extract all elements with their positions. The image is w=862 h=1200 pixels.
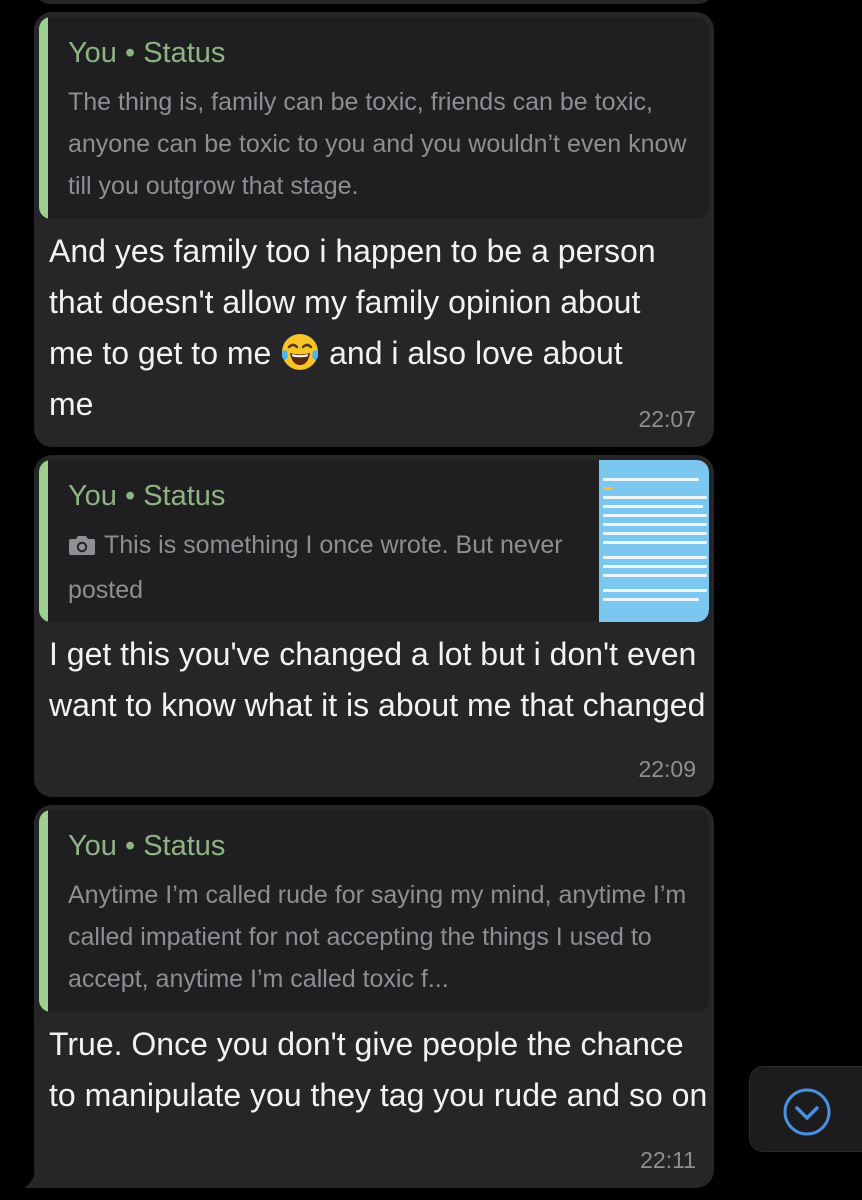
status-reply-quote[interactable]: You • Status This is something I once wr… [39, 460, 709, 622]
chevron-down-circle-icon [783, 1088, 831, 1136]
chat-screen: You • Status The thing is, family can be… [0, 0, 862, 1200]
face-with-tears-of-joy-icon [280, 332, 320, 372]
message-text: I get this you've changed a lot but i do… [49, 636, 706, 723]
quote-text: Anytime I’m called rude for saying my mi… [68, 881, 687, 993]
bubble-tail [24, 1160, 50, 1188]
message-timestamp: 22:11 [640, 1147, 696, 1173]
previous-message-bubble[interactable] [34, 0, 714, 4]
status-reply-quote[interactable]: You • Status The thing is, family can be… [39, 17, 709, 219]
quote-accent-bar [39, 810, 48, 1012]
quote-text: This is something I once wrote. But neve… [68, 524, 568, 611]
quote-sender: You • Status [68, 480, 226, 512]
status-reply-quote[interactable]: You • Status Anytime I’m called rude for… [39, 810, 709, 1012]
message-text: True. Once you don't give people the cha… [49, 1026, 708, 1113]
message-timestamp: 22:07 [638, 406, 696, 432]
quote-text-content: This is something I once wrote. But neve… [68, 531, 563, 604]
camera-icon [68, 527, 96, 569]
quote-sender: You • Status [68, 37, 226, 69]
message-timestamp: 22:09 [638, 756, 696, 782]
message-bubble[interactable]: You • Status This is something I once wr… [34, 455, 714, 797]
message-bubble[interactable]: You • Status The thing is, family can be… [34, 12, 714, 447]
quote-text: The thing is, family can be toxic, frien… [68, 88, 687, 200]
message-text: And yes family too i happen to be a pers… [49, 226, 669, 430]
quote-sender: You • Status [68, 830, 226, 862]
quote-accent-bar [39, 17, 48, 219]
status-thumbnail[interactable] [599, 460, 709, 622]
thumbnail-text-lines [603, 478, 709, 607]
scroll-to-bottom-button[interactable] [749, 1066, 862, 1152]
message-bubble[interactable]: You • Status Anytime I’m called rude for… [34, 805, 714, 1188]
quote-accent-bar [39, 460, 48, 622]
